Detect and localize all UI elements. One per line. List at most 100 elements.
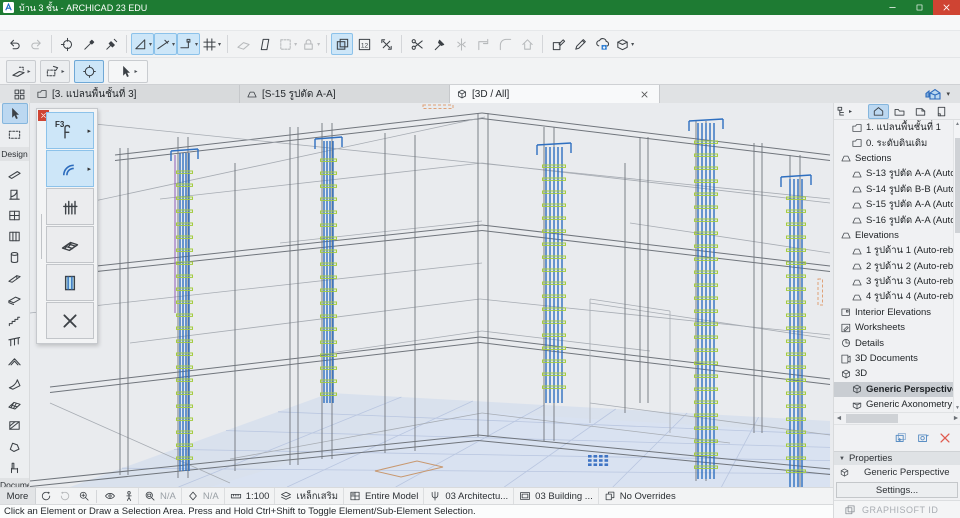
palette-btn-rebarcol[interactable] [46,264,94,301]
quick-option-layersi[interactable]: เหล็กเสริม [274,487,343,505]
toolbar-cloudsave[interactable] [591,33,613,55]
toolbar-publish[interactable]: ▾ [613,33,636,55]
marquee-tool[interactable] [2,124,28,145]
quick-layout-icon[interactable] [8,85,30,103]
scroll-right-icon[interactable]: ► [951,415,960,422]
door-tool[interactable] [2,184,28,205]
toolbar-inject[interactable] [100,33,122,55]
more-button[interactable]: More [0,487,36,505]
tree-item-0[interactable]: 0. ระดับดินเดิม [834,135,954,150]
palette-btn-rebarmesh[interactable] [46,226,94,263]
toolbar-editel[interactable] [547,33,569,55]
beam-tool[interactable] [2,268,28,289]
toolbar2-mqthin[interactable]: ▸ [40,59,70,83]
quick-option-penset[interactable]: 03 Architectu... [423,487,513,505]
toolbar-redo[interactable] [25,33,47,55]
navigator-tree-button[interactable]: ▸ [836,104,860,119]
quick-option-ruler1[interactable]: 1:100 [223,487,275,505]
nav-btn-eye[interactable] [100,489,119,504]
tree-item-s-14-b-b-auto-rebu[interactable]: S-14 รูปตัด B-B (Auto-rebu [834,182,954,197]
navigator-tab-navlayout[interactable] [910,104,931,119]
3d-view-mode-button[interactable]: ▾ [924,85,960,103]
tab-3-3[interactable]: [3. แปลนพื้นชั้นที่ 3] [30,85,240,103]
toolbar-homei[interactable] [516,33,538,55]
navigator-tab-navhouse[interactable] [868,103,889,119]
hscrollbar-thumb[interactable] [846,414,898,423]
scroll-left-icon[interactable]: ◄ [834,415,844,422]
toolbar-transfer[interactable] [56,33,78,55]
tree-item-3d-documents[interactable]: 3D Documents [834,351,954,366]
tree-item-2-2-auto-rebuild-i[interactable]: 2 รูปด้าน 2 (Auto-rebuild I [834,259,954,274]
tree-item-generic-perspective[interactable]: Generic Perspective [834,381,954,398]
settings-button[interactable]: Settings... [836,482,958,498]
curtain-tool[interactable] [2,226,28,247]
column-tool[interactable] [2,247,28,268]
tree-item-generic-axonometry[interactable]: Generic Axonometry [834,397,954,412]
tree-scrollbar[interactable]: ▲ ▼ [953,120,960,412]
palette-btn-closex[interactable] [46,302,94,339]
toolbar2-cursor[interactable]: ▸ [108,59,148,83]
quick-option-film[interactable]: Entire Model [342,487,423,505]
tree-item-sections[interactable]: Sections [834,151,954,166]
graphisoft-id-bar[interactable]: GRAPHISOFT ID [834,500,960,518]
toolbar2-mqwall[interactable]: ▸ [6,59,36,83]
toolbar-axe[interactable] [428,33,450,55]
palette-btn-f3[interactable]: F3 ▸ [46,112,94,149]
toolbar-undo[interactable] [3,33,25,55]
toolbar-resize[interactable] [375,33,397,55]
tree-item-1-1[interactable]: 1. แปลนพื้นชั้นที่ 1 [834,120,954,135]
palette-btn-rebarbars[interactable] [46,188,94,225]
windowt-tool[interactable] [2,205,28,226]
scroll-down-icon[interactable]: ▼ [954,405,960,411]
tree-item-s-15-a-a-auto-rebu[interactable]: S-15 รูปตัด A-A (Auto-rebu [834,197,954,212]
toolbar-split[interactable] [450,33,472,55]
properties-header[interactable]: ▼ Properties [834,451,960,465]
navigator-tab-navpub[interactable] [931,104,952,119]
quick-option-layframe[interactable]: 03 Building ... [513,487,598,505]
nav-btn-orbitback[interactable] [55,489,74,504]
toolbar-pencil[interactable] [569,33,591,55]
palette-btn-rebarcurve[interactable]: ▸ [46,150,94,187]
tree-item-worksheets[interactable]: Worksheets [834,320,954,335]
tree-item-s-13-a-a-auto-rebu[interactable]: S-13 รูปตัด A-A (Auto-rebu [834,166,954,181]
toolbox-document-label[interactable]: Docume [0,478,29,487]
toolbar-plane[interactable] [232,33,254,55]
save-view-button[interactable] [893,431,909,445]
slab-tool[interactable] [2,289,28,310]
toolbar-pickup[interactable] [78,33,100,55]
quick-option-override[interactable]: No Overrides [597,487,681,505]
toolbar-scissors[interactable] [406,33,428,55]
nav-btn-orbit[interactable] [36,489,55,504]
tree-hscrollbar[interactable]: ◄ ► [834,412,960,425]
roof-tool[interactable] [2,352,28,373]
tab-close-icon[interactable] [640,90,649,99]
close-button[interactable] [933,0,960,15]
quick-option-diamond[interactable]: N/A [180,487,224,505]
toolbar-trace[interactable] [331,33,354,55]
chair-tool[interactable] [2,457,28,478]
tree-item-details[interactable]: Details [834,335,954,350]
nav-btn-person[interactable] [119,489,138,504]
minimize-button[interactable] [879,0,906,15]
maximize-button[interactable] [906,0,933,15]
palette-grip[interactable] [41,214,42,259]
scroll-up-icon[interactable]: ▲ [954,121,960,127]
tree-item-3d[interactable]: 3D [834,366,954,381]
toolbar2-suspend[interactable] [74,59,104,83]
nav-btn-zoomin[interactable] [74,489,93,504]
toolbar-gruler[interactable]: ▾ [131,33,155,55]
toolbar-gline[interactable]: ▾ [154,33,178,55]
zone-tool[interactable] [2,415,28,436]
wall-tool[interactable] [2,163,28,184]
toolbar-trace12[interactable]: 12 [353,33,375,55]
toolbar-grid[interactable]: ▾ [200,33,223,55]
mesh-tool[interactable] [2,394,28,415]
tree-item-s-16-a-a-auto-rebu[interactable]: S-16 รูปตัด A-A (Auto-rebu [834,212,954,227]
new-view-button[interactable] [915,431,931,445]
toolbar-corner[interactable] [472,33,494,55]
tab-3d-all[interactable]: [3D / All] [450,85,660,103]
toolbox-design-label[interactable]: Design [0,147,29,161]
tree-item-4-4-auto-rebuild-i[interactable]: 4 รูปด้าน 4 (Auto-rebuild I [834,289,954,304]
tree-item-3-3-auto-rebuild-i[interactable]: 3 รูปด้าน 3 (Auto-rebuild I [834,274,954,289]
toolbar-fillet[interactable] [494,33,516,55]
